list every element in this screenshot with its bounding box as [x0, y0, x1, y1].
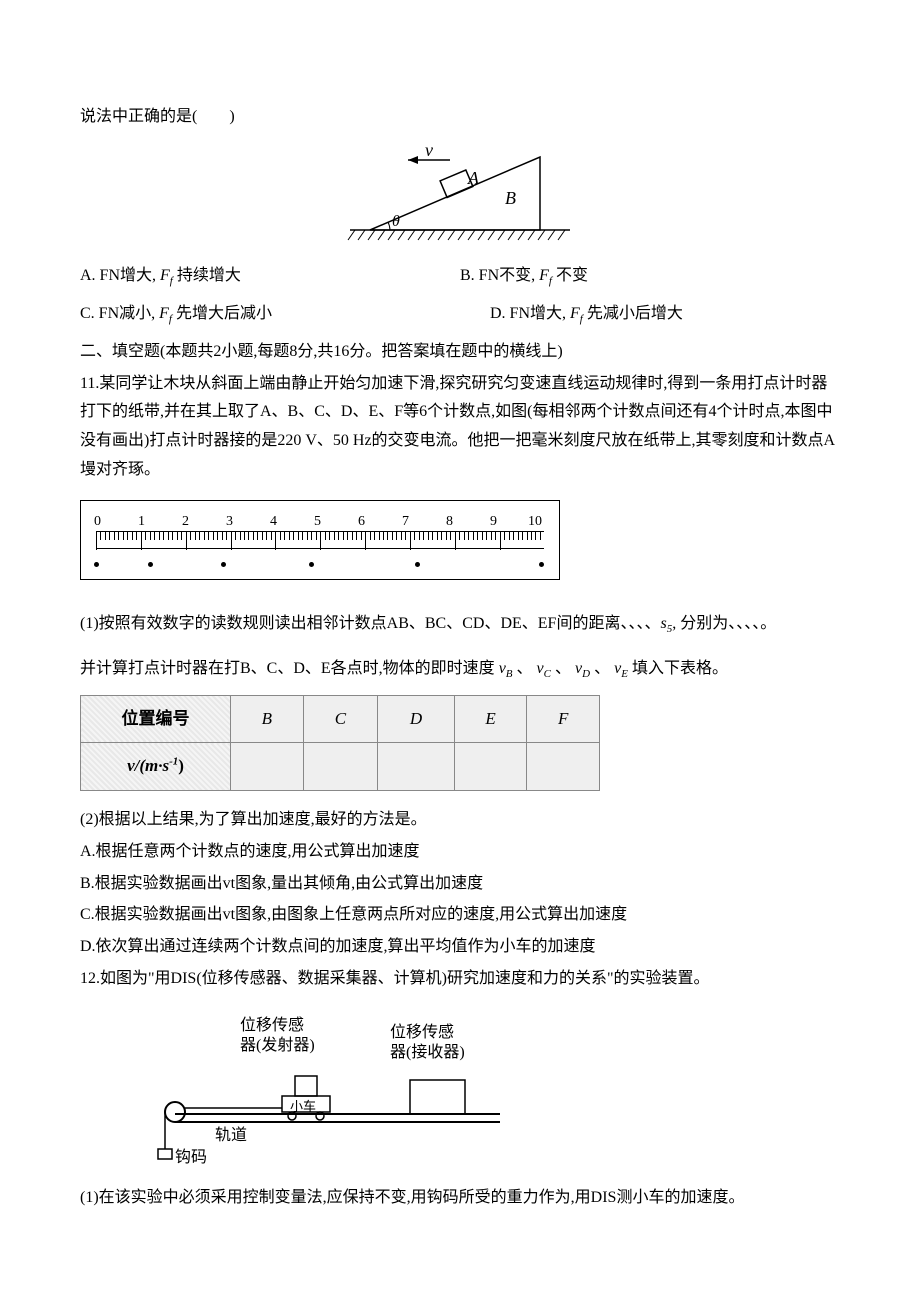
lbl-track: 轨道 — [215, 1122, 247, 1151]
lbl-emitter-2: 器(发射器) — [240, 1032, 315, 1061]
option-B[interactable]: B. FN不变, Ff 不变 — [460, 262, 840, 292]
vB-v: v — [499, 660, 506, 677]
section-2-title: 二、填空题(本题共2小题,每题8分,共16分。把答案填在题中的横线上) — [80, 338, 840, 367]
optA-tail: 持续增大 — [173, 267, 241, 284]
q10-stem: 说法中正确的是( ) — [80, 103, 840, 132]
q11-p2-optD[interactable]: D.依次算出通过连续两个计数点间的加速度,算出平均值作为小车的加速度 — [80, 933, 840, 962]
vC-v: v — [537, 660, 544, 677]
label-v: v — [425, 142, 433, 160]
table-row-v-text: v/(m·s — [127, 756, 169, 775]
optB-Ff-F: F — [539, 267, 549, 284]
table-col-F: F — [527, 695, 600, 743]
optA-text: A. FN增大, — [80, 267, 160, 284]
q11-stem: 11.某同学让木块从斜面上端由静止开始匀加速下滑,探究研究匀变速直线运动规律时,… — [80, 370, 840, 485]
vD-sub: D — [582, 668, 590, 680]
incline-diagram: v A B θ — [330, 142, 590, 242]
table-header-label: 位置编号 — [81, 695, 231, 743]
q11-p1-text-a: (1)按照有效数字的读数规则读出相邻计数点AB、BC、CD、DE、EF间的距离、… — [80, 615, 660, 632]
q11-p1-text-b: , 分别为、、、、。 — [672, 615, 776, 632]
q11-p2-optB[interactable]: B.根据实验数据画出vt图象,量出其倾角,由公式算出加速度 — [80, 870, 840, 899]
tape-dot-B — [148, 562, 153, 567]
option-C[interactable]: C. FN减小, Ff 先增大后减小 — [80, 300, 430, 330]
optA-Ff-F: F — [160, 267, 170, 284]
optC-Ff-F: F — [159, 305, 169, 322]
q11-p2-optA[interactable]: A.根据任意两个计数点的速度,用公式算出加速度 — [80, 838, 840, 867]
table-col-B: B — [231, 695, 304, 743]
ruler-diagram: 0 1 2 3 4 5 6 7 8 9 10 — [80, 500, 560, 580]
vE-sub: E — [621, 668, 628, 680]
q11-p1-c: 并计算打点计时器在打B、C、D、E各点时,物体的即时速度 vB 、 vC 、 v… — [80, 655, 840, 685]
vB-sub: B — [506, 668, 513, 680]
q12-stem: 12.如图为"用DIS(位移传感器、数据采集器、计算机)研究加速度和力的关系"的… — [80, 965, 840, 994]
tape-dot-E — [415, 562, 420, 567]
label-A: A — [467, 168, 480, 188]
table-row-v: v/(m·s-1) — [81, 743, 231, 791]
table-cell-B[interactable] — [231, 743, 304, 791]
table-cell-D[interactable] — [378, 743, 455, 791]
dis-diagram: 位移传感 器(发射器) 位移传感 器(接收器) 小车 轨道 钩码 — [140, 1004, 520, 1174]
label-B: B — [505, 188, 516, 208]
vC-sub: C — [544, 668, 551, 680]
table-col-D: D — [378, 695, 455, 743]
optC-text: C. FN减小, — [80, 305, 159, 322]
optD-Ff-F: F — [570, 305, 580, 322]
q12-p1: (1)在该实验中必须采用控制变量法,应保持不变,用钩码所受的重力作为,用DIS测… — [80, 1184, 840, 1213]
table-col-E: E — [454, 695, 527, 743]
q11-p1-a: (1)按照有效数字的读数规则读出相邻计数点AB、BC、CD、DE、EF间的距离、… — [80, 610, 840, 640]
table-cell-C[interactable] — [303, 743, 378, 791]
optD-tail: 先减小后增大 — [583, 305, 683, 322]
option-A[interactable]: A. FN增大, Ff 持续增大 — [80, 262, 460, 292]
q11-p2: (2)根据以上结果,为了算出加速度,最好的方法是。 — [80, 806, 840, 835]
table-row-v-tail: ) — [178, 756, 184, 775]
tape-dot-F — [539, 562, 544, 567]
optB-text: B. FN不变, — [460, 267, 539, 284]
lbl-receiver-2: 器(接收器) — [390, 1039, 465, 1068]
tape-dot-C — [221, 562, 226, 567]
table-cell-F[interactable] — [527, 743, 600, 791]
q11-p2-optC[interactable]: C.根据实验数据画出vt图象,由图象上任意两点所对应的速度,用公式算出加速度 — [80, 901, 840, 930]
label-theta: θ — [392, 213, 400, 230]
lbl-hook: 钩码 — [175, 1144, 207, 1173]
table-col-C: C — [303, 695, 378, 743]
optB-tail: 不变 — [552, 267, 588, 284]
lbl-car: 小车 — [290, 1095, 316, 1118]
optD-text: D. FN增大, — [490, 305, 570, 322]
optC-tail: 先增大后减小 — [172, 305, 272, 322]
tape-dot-A — [94, 562, 99, 567]
option-D[interactable]: D. FN增大, Ff 先减小后增大 — [430, 300, 840, 330]
tape-dot-D — [309, 562, 314, 567]
q11-p1-text-d: 填入下表格。 — [632, 660, 728, 677]
table-row-v-sup: -1 — [169, 756, 178, 768]
velocity-table: 位置编号 B C D E F v/(m·s-1) — [80, 695, 600, 791]
q11-p1-text-c: 并计算打点计时器在打B、C、D、E各点时,物体的即时速度 — [80, 660, 495, 677]
table-cell-E[interactable] — [454, 743, 527, 791]
